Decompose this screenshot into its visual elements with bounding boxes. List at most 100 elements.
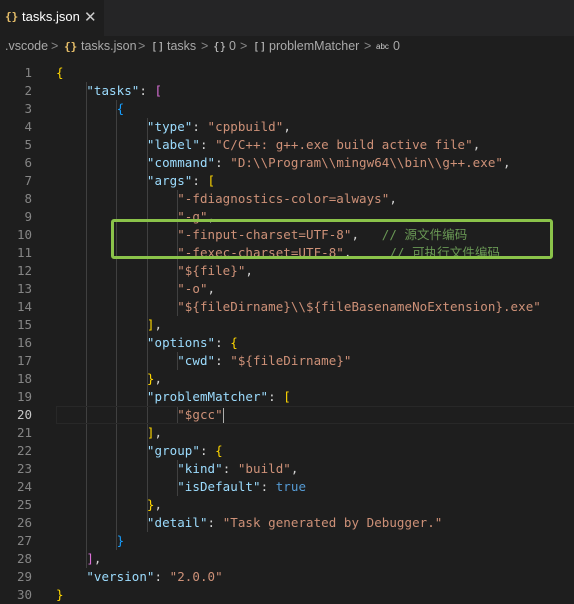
breadcrumb-item-file[interactable]: tasks.json	[81, 39, 137, 53]
line-number: 29	[16, 569, 32, 584]
code-line[interactable]: 1{	[0, 64, 574, 82]
chevron-right-icon: >	[364, 39, 372, 53]
code-line[interactable]: 30}	[0, 586, 574, 604]
breadcrumb-item-index[interactable]: 0	[229, 39, 236, 53]
code-line[interactable]: 21 ],	[0, 424, 574, 442]
code-line[interactable]: 3 {	[0, 100, 574, 118]
code-line[interactable]: 22 "group": {	[0, 442, 574, 460]
line-number: 20	[16, 407, 32, 422]
line-number: 19	[16, 389, 32, 404]
code-text: "isDefault": true	[56, 478, 306, 496]
code-line[interactable]: 16 "options": {	[0, 334, 574, 352]
code-text: "problemMatcher": [	[56, 388, 291, 406]
code-line[interactable]: 28 ],	[0, 550, 574, 568]
line-number: 27	[16, 533, 32, 548]
code-text: "args": [	[56, 172, 215, 190]
code-text: "detail": "Task generated by Debugger."	[56, 514, 442, 532]
code-token: :	[192, 119, 208, 134]
code-token: {	[215, 443, 223, 458]
code-token: }	[56, 587, 64, 602]
code-token: "-fdiagnostics-color=always"	[177, 191, 390, 206]
code-text: },	[56, 496, 162, 514]
code-text: }	[56, 532, 125, 550]
tab-label: tasks.json	[22, 9, 80, 24]
code-token: "command"	[146, 155, 216, 170]
code-line[interactable]: 23 "kind": "build",	[0, 460, 574, 478]
code-token: "isDefault"	[177, 479, 261, 494]
code-line[interactable]: 14 "${fileDirname}\\${fileBasenameNoExte…	[0, 298, 574, 316]
code-token: {	[116, 101, 125, 116]
code-token: [	[207, 173, 216, 188]
tab-tasks-json[interactable]: {} tasks.json ✕	[0, 0, 104, 36]
code-line[interactable]: 5 "label": "C/C++: g++.exe build active …	[0, 136, 574, 154]
line-number: 14	[16, 299, 32, 314]
code-line[interactable]: 7 "args": [	[0, 172, 574, 190]
code-token: "Task generated by Debugger."	[222, 515, 443, 530]
code-line[interactable]: 25 },	[0, 496, 574, 514]
code-token: ,	[154, 371, 163, 386]
code-token: "label"	[146, 137, 200, 152]
code-line[interactable]: 26 "detail": "Task generated by Debugger…	[0, 514, 574, 532]
chevron-right-icon: >	[51, 39, 59, 53]
breadcrumb-item-value[interactable]: 0	[393, 39, 400, 53]
code-line[interactable]: 6 "command": "D:\\Program\\mingw64\\bin\…	[0, 154, 574, 172]
code-line[interactable]: 4 "type": "cppbuild",	[0, 118, 574, 136]
code-token: :	[268, 389, 284, 404]
line-number: 11	[16, 245, 32, 260]
code-line[interactable]: 17 "cwd": "${fileDirname}"	[0, 352, 574, 370]
object-icon: {}	[213, 40, 227, 53]
code-token: "problemMatcher"	[146, 389, 269, 404]
code-token: "kind"	[177, 461, 223, 476]
code-line[interactable]: 19 "problemMatcher": [	[0, 388, 574, 406]
code-text: "tasks": [	[56, 82, 162, 100]
close-icon[interactable]: ✕	[84, 8, 97, 26]
array-icon: []	[151, 40, 165, 53]
string-icon: abc	[376, 42, 389, 51]
code-line[interactable]: 24 "isDefault": true	[0, 478, 574, 496]
code-text: ],	[56, 316, 162, 334]
code-token: "type"	[146, 119, 193, 134]
line-number: 13	[16, 281, 32, 296]
line-number: 26	[16, 515, 32, 530]
code-line[interactable]: 12 "${file}",	[0, 262, 574, 280]
code-line[interactable]: 2 "tasks": [	[0, 82, 574, 100]
code-text: {	[56, 64, 64, 82]
code-text: "${fileDirname}\\${fileBasenameNoExtensi…	[56, 298, 541, 316]
code-line[interactable]: 29 "version": "2.0.0"	[0, 568, 574, 586]
code-token: "args"	[146, 173, 193, 188]
code-line[interactable]: 20 "$gcc"	[0, 406, 574, 424]
code-token: {	[230, 335, 238, 350]
code-line[interactable]: 8 "-fdiagnostics-color=always",	[0, 190, 574, 208]
code-text: "cwd": "${fileDirname}"	[56, 352, 351, 370]
code-token: }	[116, 533, 125, 548]
code-line[interactable]: 18 },	[0, 370, 574, 388]
code-text: "-fdiagnostics-color=always",	[56, 190, 397, 208]
code-token: "tasks"	[86, 83, 140, 98]
code-token: "build"	[237, 461, 291, 476]
line-number: 4	[24, 119, 32, 134]
code-editor[interactable]: 1{2 "tasks": [3 {4 "type": "cppbuild", 5 …	[0, 58, 574, 602]
code-token: ,	[207, 281, 216, 296]
code-token: ]	[146, 317, 155, 332]
code-line[interactable]: 27 }	[0, 532, 574, 550]
breadcrumb-item-problemmatcher[interactable]: problemMatcher	[269, 39, 359, 53]
code-line[interactable]: 15 ],	[0, 316, 574, 334]
line-number: 28	[16, 551, 32, 566]
code-token: "detail"	[146, 515, 208, 530]
breadcrumb-item-tasks[interactable]: tasks	[167, 39, 196, 53]
json-file-icon: {}	[5, 10, 19, 23]
code-line[interactable]: 13 "-o",	[0, 280, 574, 298]
line-number: 17	[16, 353, 32, 368]
breadcrumb-item-vscode[interactable]: .vscode	[5, 39, 48, 53]
